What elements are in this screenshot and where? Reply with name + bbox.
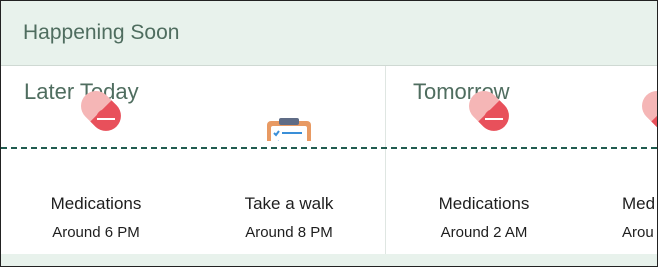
happening-soon-card: Happening Soon Later Today Medications A… bbox=[0, 0, 658, 267]
bottom-strip bbox=[1, 254, 657, 266]
section-divider bbox=[385, 66, 386, 254]
event-time: Around 6 PM bbox=[52, 224, 140, 241]
event-time: Around 8 PM bbox=[245, 224, 333, 241]
card-title: Happening Soon bbox=[23, 21, 180, 44]
timeline-line bbox=[1, 147, 657, 149]
pill-icon bbox=[81, 91, 121, 131]
clipboard-checklist-icon bbox=[267, 118, 311, 141]
event-name: Medications bbox=[50, 194, 142, 213]
event-time: Arou bbox=[622, 224, 654, 241]
event-time: Around 2 AM bbox=[440, 224, 528, 241]
event-name: Take a walk bbox=[244, 194, 334, 213]
pill-icon bbox=[469, 91, 509, 131]
event-name: Medications bbox=[438, 194, 530, 213]
pill-icon bbox=[642, 91, 657, 131]
card-header: Happening Soon bbox=[1, 1, 657, 66]
event-name: Med bbox=[622, 194, 656, 213]
